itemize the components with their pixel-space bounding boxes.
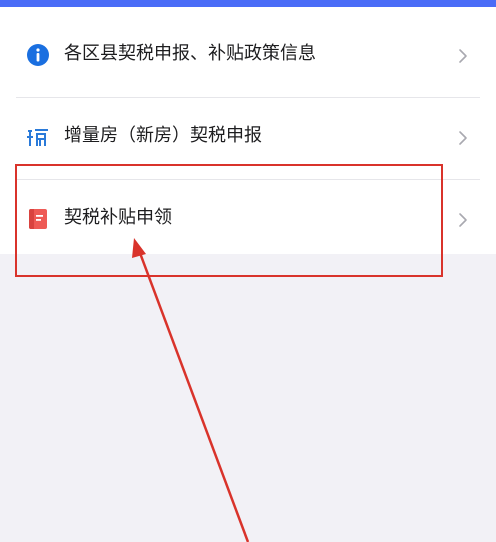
chevron-right-icon	[459, 131, 467, 145]
annotation-arrow-line	[138, 252, 250, 542]
header-bar	[0, 0, 496, 7]
menu-item-label: 契税补贴申领	[64, 207, 172, 228]
info-icon	[27, 44, 49, 66]
menu-list: 各区县契税申报、补贴政策信息 增量房（新房）契税申报 契税补贴申领	[0, 7, 496, 254]
menu-item-deed-tax-subsidy-application[interactable]: 契税补贴申领	[0, 179, 496, 261]
chevron-right-icon	[459, 213, 467, 227]
menu-item-new-house-deed-tax-declaration[interactable]: 增量房（新房）契税申报	[0, 97, 496, 179]
tax-icon	[27, 129, 48, 146]
menu-item-deed-tax-policy-info[interactable]: 各区县契税申报、补贴政策信息	[0, 15, 496, 97]
chevron-right-icon	[459, 49, 467, 63]
menu-item-label: 各区县契税申报、补贴政策信息	[64, 43, 316, 64]
menu-item-label: 增量房（新房）契税申报	[64, 125, 262, 146]
document-icon	[29, 209, 47, 229]
